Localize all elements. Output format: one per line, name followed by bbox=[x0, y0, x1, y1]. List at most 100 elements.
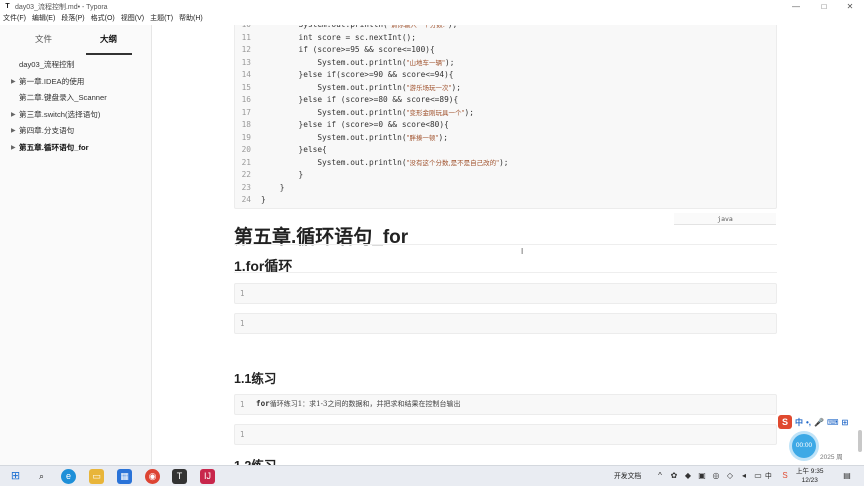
code-tokens: System.out.println( bbox=[261, 82, 407, 92]
tray-app-icon[interactable]: ◆ bbox=[683, 471, 693, 481]
year-label: 2025 周 bbox=[820, 454, 843, 461]
ime-punctuation-icon[interactable]: •, bbox=[806, 418, 811, 427]
tray-app-icon[interactable]: ✿ bbox=[669, 471, 679, 481]
code-text: }else if (score>=0 && score<80){ bbox=[261, 119, 449, 132]
code-block[interactable]: 10 System.out.println("请你输入一个分数:");11 in… bbox=[234, 25, 777, 209]
volume-icon[interactable]: ◂ bbox=[739, 471, 749, 481]
code-text: }else if(score>=90 && score<=94){ bbox=[261, 69, 454, 82]
code-line[interactable]: 18 }else if (score>=0 && score<80){ bbox=[235, 119, 778, 132]
code-line[interactable]: 20 }else{ bbox=[235, 144, 778, 157]
typora-taskbar-icon[interactable]: T bbox=[172, 469, 187, 484]
file-explorer-icon[interactable]: ▭ bbox=[89, 469, 104, 484]
ime-microphone-icon[interactable]: 🎤 bbox=[814, 418, 824, 427]
string-literal: "山地车一辆" bbox=[406, 58, 446, 67]
code-line[interactable]: 13 System.out.println("山地车一辆"); bbox=[235, 57, 778, 70]
code-line[interactable]: 23 } bbox=[235, 182, 778, 195]
maximize-button[interactable]: □ bbox=[810, 0, 838, 13]
chrome-icon[interactable]: ◉ bbox=[145, 469, 160, 484]
line-number: 17 bbox=[241, 107, 251, 117]
code-line[interactable]: 15 System.out.println("游乐场玩一次"); bbox=[235, 82, 778, 95]
code-text: } bbox=[261, 169, 304, 182]
code-line[interactable]: 11 int score = sc.nextInt(); bbox=[235, 32, 778, 45]
outline-item-chapter-5[interactable]: 第五章.循环语句_for bbox=[19, 142, 89, 153]
editor-scrollbar[interactable] bbox=[858, 430, 862, 452]
heading-exercise-1-1: 1.1练习 bbox=[234, 372, 277, 386]
menu-paragraph[interactable]: 段落(P) bbox=[58, 13, 87, 25]
line-number: 15 bbox=[241, 82, 251, 92]
search-icon[interactable]: ⌕ bbox=[34, 469, 49, 484]
outline-item-chapter-4[interactable]: 第四章.分支语句 bbox=[19, 125, 74, 136]
code-tokens: } bbox=[261, 182, 285, 192]
code-line[interactable]: 21 System.out.println("没有这个分数,是不是自己改的"); bbox=[235, 157, 778, 170]
code-line[interactable]: 16 }else if (score>=80 && score<=89){ bbox=[235, 94, 778, 107]
clock-date: 12/23 bbox=[801, 477, 818, 484]
code-line[interactable]: 12 if (score>=95 && score<=100){ bbox=[235, 44, 778, 57]
exercise-code-block[interactable]: 1 for循环练习1：求1-3之间的数据和，并把求和结果在控制台输出 bbox=[234, 394, 777, 415]
code-line[interactable]: 17 System.out.println("变形金刚玩具一个"); bbox=[235, 107, 778, 120]
empty-code-block[interactable]: 1 bbox=[234, 313, 777, 334]
line-number: 23 bbox=[241, 182, 251, 192]
ime-toolbar[interactable]: S 中 •, 🎤 ⌨ ⊞ bbox=[778, 415, 848, 429]
outline-item-chapter-2[interactable]: 第二章.键盘录入_Scanner bbox=[19, 92, 107, 103]
timer-widget[interactable]: 00:00 bbox=[792, 434, 816, 458]
menu-format[interactable]: 格式(O) bbox=[88, 13, 118, 25]
tab-files[interactable]: 文件 bbox=[35, 33, 52, 45]
minimize-button[interactable]: — bbox=[782, 0, 810, 13]
battery-icon[interactable]: ▭ bbox=[753, 471, 763, 481]
outline-item-chapter-1[interactable]: 第一章.IDEA的使用 bbox=[19, 76, 84, 87]
edge-browser-icon[interactable]: e bbox=[61, 469, 76, 484]
heading-for-loop: 1.for循环 bbox=[234, 258, 293, 274]
outline-item-doc-title[interactable]: day03_流程控制 bbox=[19, 59, 74, 70]
code-line[interactable]: 22 } bbox=[235, 169, 778, 182]
taskbar-clock[interactable]: 上午 9:35 12/23 bbox=[796, 467, 823, 485]
code-tokens-end: ); bbox=[451, 82, 461, 92]
chevron-up-icon[interactable]: ^ bbox=[655, 471, 665, 481]
menu-theme[interactable]: 主题(T) bbox=[147, 13, 176, 25]
code-tokens: System.out.println( bbox=[261, 157, 407, 167]
line-number: 1 bbox=[240, 289, 245, 298]
menu-help[interactable]: 帮助(H) bbox=[176, 13, 206, 25]
tray-app-icon[interactable]: ▣ bbox=[697, 471, 707, 481]
windows-start-icon[interactable]: ⊞ bbox=[8, 469, 23, 484]
sogou-tray-icon[interactable]: S bbox=[780, 471, 790, 481]
menu-file[interactable]: 文件(F) bbox=[0, 13, 29, 25]
line-number: 22 bbox=[241, 170, 251, 179]
close-button[interactable]: ✕ bbox=[836, 0, 864, 13]
caret-right-icon[interactable]: ▶ bbox=[11, 111, 16, 118]
store-icon[interactable]: ▦ bbox=[117, 469, 132, 484]
tray-ime-label[interactable]: 中 bbox=[765, 466, 772, 487]
network-icon[interactable]: ◎ bbox=[711, 471, 721, 481]
empty-code-block[interactable]: 1 bbox=[234, 283, 777, 304]
caret-right-icon[interactable]: ▶ bbox=[11, 144, 16, 151]
code-tokens: if (score>=95 && score<=100){ bbox=[261, 45, 435, 54]
active-tab-indicator bbox=[86, 53, 132, 55]
code-tokens: System.out.println( bbox=[261, 57, 407, 67]
code-line[interactable]: 24} bbox=[235, 194, 778, 207]
string-literal: "游乐场玩一次" bbox=[406, 83, 452, 92]
tray-docs-label[interactable]: 开发文档 bbox=[614, 466, 641, 487]
ime-chinese-mode[interactable]: 中 bbox=[795, 417, 803, 428]
menu-edit[interactable]: 编辑(E) bbox=[29, 13, 58, 25]
code-line[interactable]: 19 System.out.println("胖揍一顿"); bbox=[235, 132, 778, 145]
tab-outline[interactable]: 大纲 bbox=[100, 33, 117, 45]
ime-toolbox-icon[interactable]: ⊞ bbox=[842, 418, 849, 427]
outline-item-chapter-3[interactable]: 第三章.switch(选择语句) bbox=[19, 109, 100, 120]
editor-area[interactable]: 10 System.out.println("请你输入一个分数:");11 in… bbox=[153, 25, 864, 465]
notification-icon[interactable]: ▤ bbox=[842, 471, 852, 481]
code-language-label[interactable]: java bbox=[674, 213, 776, 225]
code-tokens: }else if (score>=0 && score<80){ bbox=[261, 120, 449, 129]
caret-right-icon[interactable]: ▶ bbox=[11, 127, 16, 134]
taskbar: ⊞ ⌕ e ▭ ▦ ◉ T IJ 开发文档 ^ ✿ ◆ ▣ ◎ ◇ ◂ ▭ 中 … bbox=[0, 465, 864, 486]
intellij-idea-icon[interactable]: IJ bbox=[200, 469, 215, 484]
code-text: System.out.println("没有这个分数,是不是自己改的"); bbox=[261, 157, 508, 170]
ime-keyboard-icon[interactable]: ⌨ bbox=[827, 418, 839, 427]
code-tokens: }else if (score>=80 && score<=89){ bbox=[261, 95, 459, 104]
sogou-ime-icon[interactable]: S bbox=[778, 415, 792, 429]
caret-right-icon[interactable]: ▶ bbox=[11, 78, 16, 85]
menu-view[interactable]: 视图(V) bbox=[118, 13, 147, 25]
tray-app-icon[interactable]: ◇ bbox=[725, 471, 735, 481]
code-line[interactable]: 14 }else if(score>=90 && score<=94){ bbox=[235, 69, 778, 82]
empty-code-block[interactable]: 1 bbox=[234, 424, 777, 445]
line-number: 14 bbox=[241, 70, 251, 79]
line-number: 19 bbox=[241, 132, 251, 142]
